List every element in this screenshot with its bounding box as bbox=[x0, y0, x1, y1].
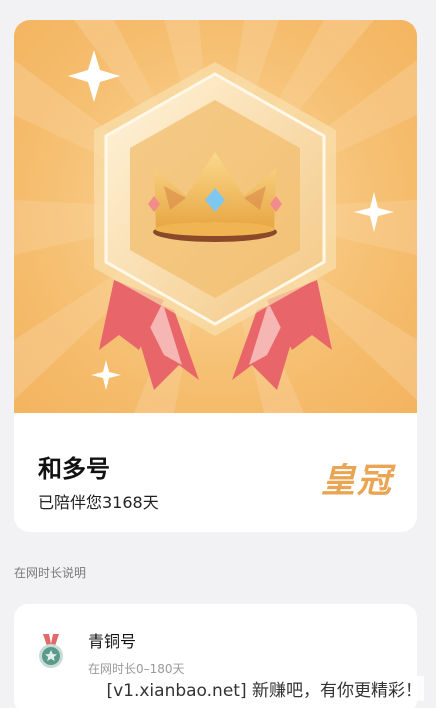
member-info: 和多号 已陪伴您3168天 皇冠 bbox=[14, 413, 417, 532]
nickname: 和多号 bbox=[38, 455, 110, 483]
level-label: 皇冠 bbox=[321, 461, 393, 501]
level-range: 在网时长0–180天 bbox=[88, 662, 185, 676]
accompany-days: 已陪伴您3168天 bbox=[38, 493, 159, 512]
bronze-medal-icon bbox=[39, 634, 63, 668]
level-banner bbox=[14, 20, 417, 413]
membership-card: 和多号 已陪伴您3168天 皇冠 bbox=[14, 20, 417, 532]
section-title: 在网时长说明 bbox=[14, 566, 87, 580]
level-name: 青铜号 bbox=[88, 632, 137, 651]
watermark: [v1.xianbao.net] 新赚吧，有你更精彩！ bbox=[104, 676, 424, 701]
crown-medal-icon bbox=[14, 20, 417, 413]
